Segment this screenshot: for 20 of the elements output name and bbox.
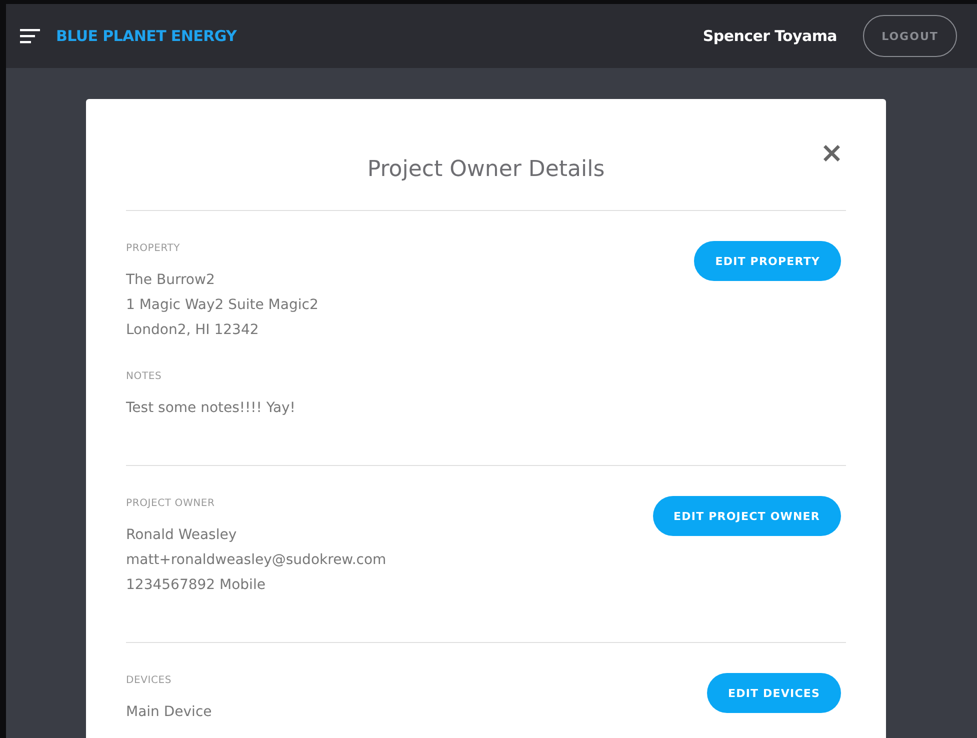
field-value: 1234567892 Mobile <box>126 576 266 595</box>
modal-title: Project Owner Details <box>367 157 605 182</box>
edit-button[interactable]: EDIT PROJECT OWNER <box>652 496 841 536</box>
field-label: PROJECT OWNER <box>126 498 216 509</box>
field-value: The Burrow2 <box>126 271 216 290</box>
field-label: NOTES <box>126 371 163 382</box>
field-value: Test some notes!!!! Yay! <box>126 399 296 418</box>
brand-name[interactable]: BLUE PLANET ENERGY <box>56 27 703 45</box>
menu-icon[interactable] <box>20 28 40 44</box>
field-value: 1 Magic Way2 Suite Magic2 <box>126 296 320 315</box>
edit-button[interactable]: EDIT DEVICES <box>706 673 841 713</box>
field-value: matt+ronaldweasley@sudokrew.com <box>126 551 388 570</box>
user-name: Spencer Toyama <box>702 27 837 45</box>
field-value: Main Device <box>126 703 213 722</box>
edit-button[interactable]: EDIT PROPERTY <box>694 241 841 281</box>
field-value: London2, HI 12342 <box>126 321 260 340</box>
field-value: Ronald Weasley <box>126 526 238 545</box>
logout-button[interactable]: LOGOUT <box>863 15 957 57</box>
field-label: DEVICES <box>126 675 173 686</box>
field-label: PROPERTY <box>126 243 182 254</box>
